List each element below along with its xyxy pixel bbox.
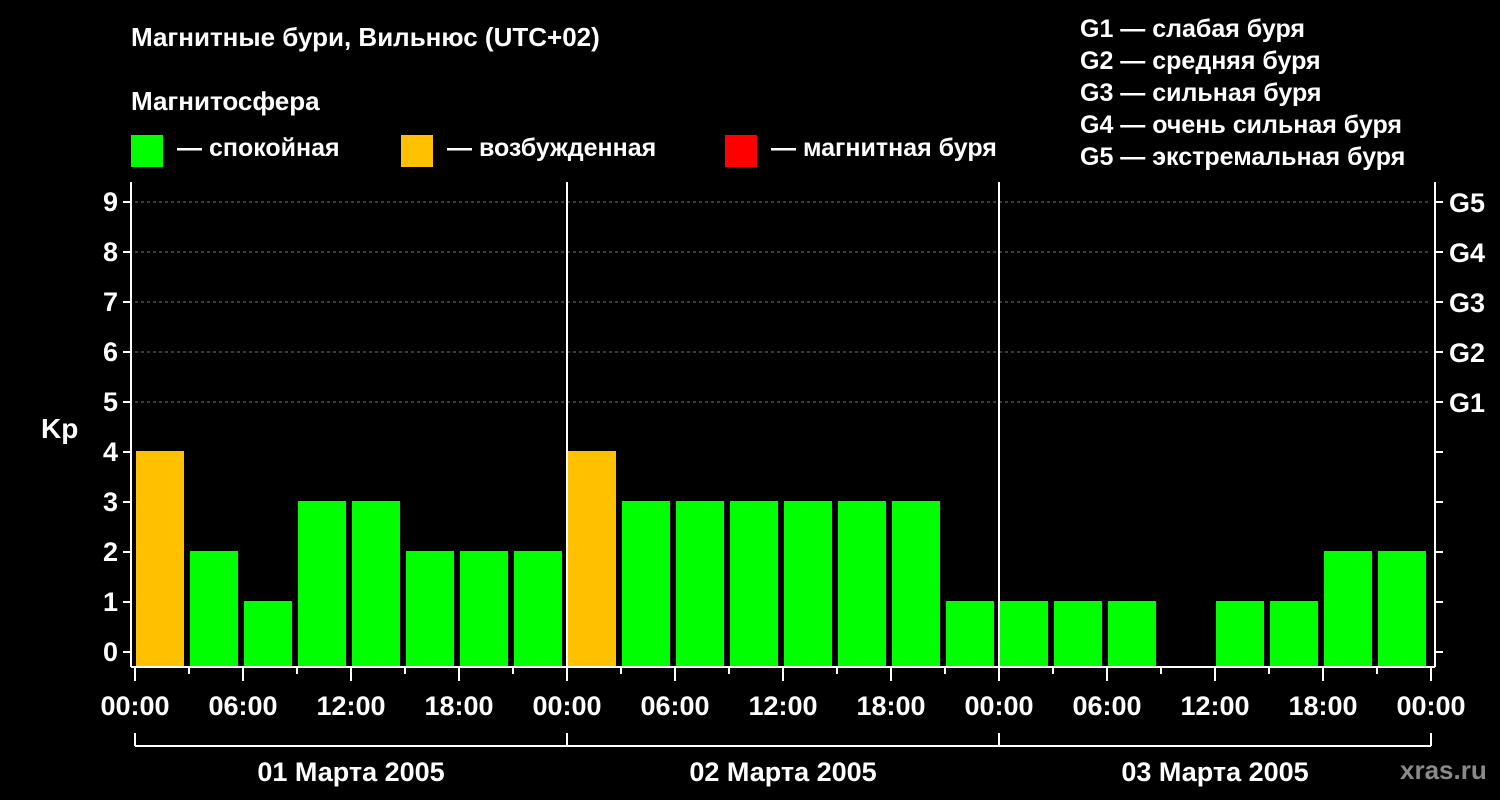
kp-bar (892, 501, 940, 667)
y-tick-label: 5 (103, 387, 118, 417)
kp-bar (676, 501, 724, 667)
x-tick-label: 12:00 (316, 691, 385, 721)
g-level-label: G2 (1449, 338, 1485, 368)
y-axis-label: Kp (41, 413, 78, 444)
kp-bar (460, 551, 508, 667)
kp-bar (784, 501, 832, 667)
kp-bar (136, 451, 184, 667)
x-tick-label: 18:00 (856, 691, 925, 721)
y-tick-label: 0 (103, 637, 118, 667)
brand-watermark: xras.ru (1400, 755, 1487, 785)
g-level-label: G4 (1449, 238, 1485, 268)
kp-bar (1324, 551, 1372, 667)
kp-bar (1378, 551, 1426, 667)
kp-bar (946, 601, 994, 667)
y-tick-label: 1 (103, 587, 118, 617)
kp-bar (298, 501, 346, 667)
kp-bar (244, 601, 292, 667)
y-tick-label: 2 (103, 537, 118, 567)
kp-bar (190, 551, 238, 667)
kp-bar (838, 501, 886, 667)
x-tick-label: 06:00 (1072, 691, 1141, 721)
kp-bar (406, 551, 454, 667)
g-level-label: G5 (1449, 188, 1485, 218)
kp-bar (568, 451, 616, 667)
x-tick-label: 18:00 (424, 691, 493, 721)
y-tick-label: 4 (103, 437, 118, 467)
y-tick-label: 7 (103, 287, 118, 317)
kp-chart: 0 1 2 3 4 5 6 7 8 9 G1 G2 G3 G4 G5 Kp 00:00 06:00 12:00 18:… (41, 182, 1485, 787)
y-tick-label: 9 (103, 187, 118, 217)
kp-bar (1000, 601, 1048, 667)
day-label: 01 Марта 2005 (257, 757, 444, 787)
g-level-label: G1 (1449, 388, 1485, 418)
x-tick-label: 00:00 (532, 691, 601, 721)
x-tick-label: 12:00 (1180, 691, 1249, 721)
kp-bar (1108, 601, 1156, 667)
x-tick-label: 12:00 (748, 691, 817, 721)
day-label: 03 Марта 2005 (1121, 757, 1308, 787)
x-tick-label: 06:00 (640, 691, 709, 721)
y-tick-label: 3 (103, 487, 118, 517)
kp-bar (730, 501, 778, 667)
kp-bar (1216, 601, 1264, 667)
kp-bar (1270, 601, 1318, 667)
kp-bar (352, 501, 400, 667)
kp-bar (622, 501, 670, 667)
x-tick-label: 18:00 (1288, 691, 1357, 721)
x-tick-label: 00:00 (964, 691, 1033, 721)
kp-bar (514, 551, 562, 667)
x-tick-label: 06:00 (208, 691, 277, 721)
day-label: 02 Марта 2005 (689, 757, 876, 787)
x-tick-label: 00:00 (100, 691, 169, 721)
g-level-label: G3 (1449, 288, 1485, 318)
x-tick-label: 00:00 (1396, 691, 1465, 721)
kp-bar (1054, 601, 1102, 667)
y-tick-label: 6 (103, 337, 118, 367)
y-tick-label: 8 (103, 237, 118, 267)
